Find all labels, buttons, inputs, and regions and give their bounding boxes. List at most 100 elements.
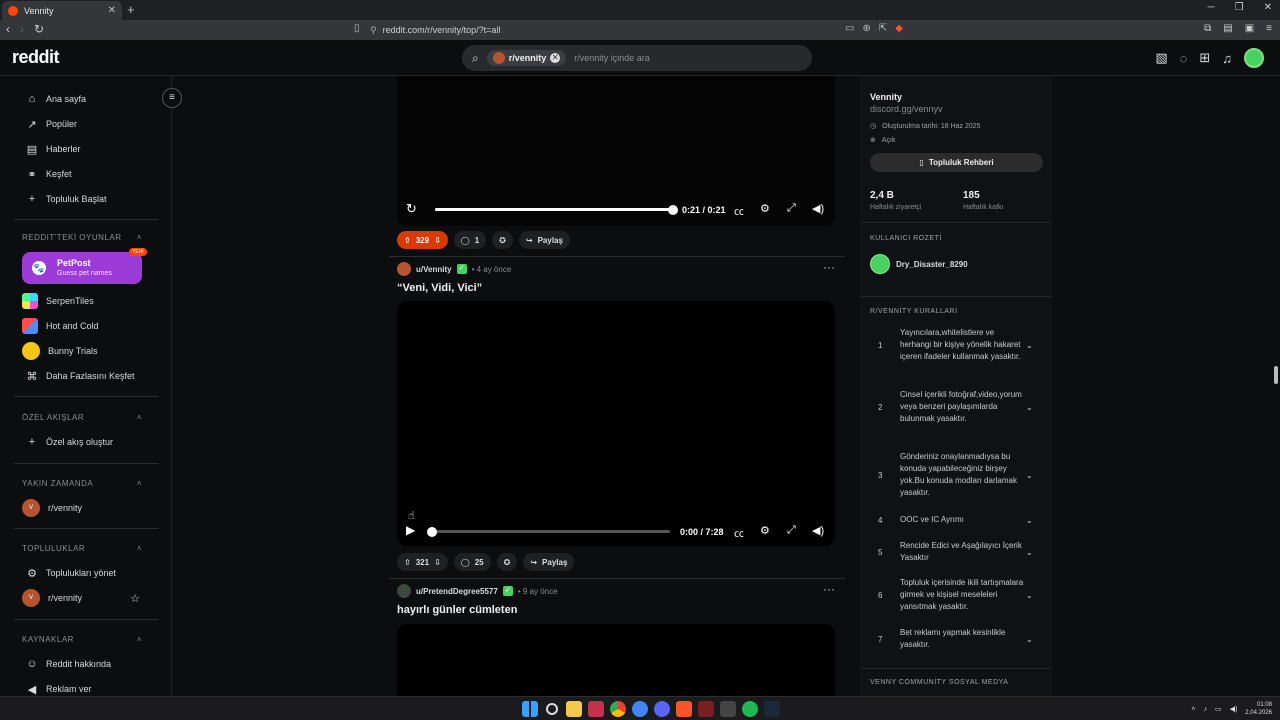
award-button[interactable]: ✪ bbox=[496, 553, 518, 571]
forward-icon[interactable]: › bbox=[20, 22, 24, 36]
file-explorer-icon[interactable] bbox=[566, 701, 582, 717]
reddit-logo[interactable]: reddit bbox=[12, 47, 60, 68]
community-guide-button[interactable]: ▯ Topluluk Rehberi bbox=[870, 153, 1043, 172]
video-scrub-handle[interactable] bbox=[668, 205, 678, 215]
rule-item[interactable]: 1 Yayıncılara,whitelistlere ve herhangi … bbox=[878, 327, 1038, 363]
video-progress-2[interactable] bbox=[432, 530, 670, 533]
sidebar-item-recent-vennity[interactable]: V r/vennity bbox=[22, 499, 82, 517]
play-icon[interactable]: ▶ bbox=[406, 523, 415, 537]
award-button[interactable]: ✪ bbox=[492, 231, 513, 249]
screen-icon[interactable]: ▭ bbox=[845, 23, 854, 34]
sidebar-toggle-icon[interactable]: ▤ bbox=[1223, 23, 1232, 34]
app-icon[interactable] bbox=[720, 701, 736, 717]
restore-icon[interactable]: ❐ bbox=[1235, 2, 1244, 13]
post-author[interactable]: u/Vennity bbox=[416, 265, 452, 274]
site-info-icon[interactable]: ⚲ bbox=[370, 25, 377, 36]
back-icon[interactable]: ‹ bbox=[6, 22, 10, 36]
clear-scope-icon[interactable]: ✕ bbox=[550, 53, 561, 63]
extensions-icon[interactable]: ⧉ bbox=[1204, 23, 1211, 34]
url-field[interactable]: ⚲ reddit.com/r/vennity/top/?t=all bbox=[370, 22, 910, 38]
user-avatar[interactable] bbox=[1244, 48, 1264, 68]
browser-tab[interactable]: Vennity ✕ bbox=[2, 1, 122, 20]
create-post-icon[interactable]: ⊞ bbox=[1199, 50, 1210, 66]
minimize-icon[interactable]: ─ bbox=[1208, 2, 1215, 13]
sidebar-item-popular[interactable]: ↗ Popüler bbox=[26, 116, 77, 132]
advertise-icon[interactable]: ▧ bbox=[1155, 50, 1167, 66]
upvote-icon[interactable]: ⇧ bbox=[404, 558, 411, 567]
fullscreen-icon[interactable]: ⤢ bbox=[787, 524, 796, 537]
windows-start-icon[interactable] bbox=[522, 701, 538, 717]
search-scope-chip[interactable]: r/vennity ✕ bbox=[486, 50, 567, 66]
chrome-icon[interactable] bbox=[610, 701, 626, 717]
video-scrub-handle[interactable] bbox=[427, 527, 437, 537]
volume-icon[interactable]: ◀) bbox=[812, 202, 824, 215]
sidebar-item-hot-and-cold[interactable]: Hot and Cold bbox=[22, 318, 99, 334]
clock[interactable]: 01:08 2.04.2026 bbox=[1245, 701, 1272, 717]
close-tab-icon[interactable]: ✕ bbox=[108, 5, 116, 16]
menu-icon[interactable]: ≡ bbox=[1266, 23, 1272, 34]
new-tab-icon[interactable]: + bbox=[127, 2, 135, 17]
resources-section-header[interactable]: KAYNAKLAR ˄ bbox=[22, 635, 142, 644]
share-button[interactable]: ↪ Paylaş bbox=[523, 553, 575, 571]
downvote-icon[interactable]: ⇩ bbox=[434, 558, 441, 567]
page-scrollbar[interactable] bbox=[1272, 76, 1280, 696]
rule-item[interactable]: 6 Topluluk içerisinde ikili tartışmalara… bbox=[878, 577, 1038, 613]
post-author[interactable]: u/PretendDegree5577 bbox=[416, 587, 498, 596]
rule-item[interactable]: 5 Rencide Edici ve Aşağılayıcı İçerik Ya… bbox=[878, 540, 1038, 564]
app-icon[interactable] bbox=[698, 701, 714, 717]
rule-item[interactable]: 4 OOC ve IC Ayrımı ⌄ bbox=[878, 514, 1038, 526]
sidebar-item-news[interactable]: ▤ Haberler bbox=[26, 141, 81, 157]
sidebar-item-about-reddit[interactable]: ☺ Reddit hakkında bbox=[26, 656, 111, 672]
sidebar-item-more-games[interactable]: ⌘ Daha Fazlasını Keşfet bbox=[26, 368, 135, 384]
replay-icon[interactable]: ↻ bbox=[406, 201, 417, 217]
rule-item[interactable]: 3 Gönderiniz onaylanmadıysa bu konuda ya… bbox=[878, 451, 1038, 499]
star-icon[interactable]: ☆ bbox=[130, 592, 140, 605]
rule-item[interactable]: 7 Bet reklamı yapmak kesinlikle yasaktır… bbox=[878, 627, 1038, 651]
settings-icon[interactable]: ⚙ bbox=[760, 524, 770, 537]
sidebar-item-home[interactable]: ⌂ Ana sayfa bbox=[26, 91, 86, 107]
comments-button[interactable]: ◯ 1 bbox=[453, 231, 487, 249]
more-options-icon[interactable]: ··· bbox=[823, 582, 835, 596]
sidebar-item-advertise[interactable]: ◀ Reklam ver bbox=[26, 681, 92, 697]
video-player-2[interactable] bbox=[397, 301, 835, 546]
zoom-icon[interactable]: ⊕ bbox=[862, 23, 870, 34]
downvote-icon[interactable]: ⇩ bbox=[434, 236, 441, 245]
adobe-icon[interactable] bbox=[588, 701, 604, 717]
app-icon[interactable] bbox=[632, 701, 648, 717]
speaker-icon[interactable]: ◀) bbox=[1230, 705, 1238, 713]
discord-icon[interactable] bbox=[654, 701, 670, 717]
user-avatar[interactable] bbox=[397, 262, 411, 276]
brave-icon[interactable] bbox=[676, 701, 692, 717]
user-avatar[interactable] bbox=[397, 584, 411, 598]
user-flair[interactable]: Dry_Disaster_8290 bbox=[870, 254, 968, 274]
reload-icon[interactable]: ↻ bbox=[34, 22, 44, 36]
steam-icon[interactable] bbox=[764, 701, 780, 717]
bookmark-icon[interactable]: ▯ bbox=[354, 23, 360, 34]
close-window-icon[interactable]: ✕ bbox=[1264, 2, 1272, 13]
video-progress-1[interactable] bbox=[435, 208, 673, 211]
sidebar-item-bunny-trials[interactable]: Bunny Trials bbox=[22, 342, 98, 360]
chat-icon[interactable]: ◌ bbox=[1180, 51, 1188, 66]
video-player-3[interactable] bbox=[397, 624, 835, 704]
mic-icon[interactable]: ♪ bbox=[1203, 706, 1207, 713]
recent-section-header[interactable]: YAKIN ZAMANDA ˄ bbox=[22, 479, 142, 488]
sidebar-item-start-community[interactable]: + Topluluk Başlat bbox=[26, 191, 107, 207]
post-title[interactable]: “Veni, Vidi, Vici” bbox=[397, 282, 482, 294]
share-button[interactable]: ↪ Paylaş bbox=[518, 231, 570, 249]
spotify-icon[interactable] bbox=[742, 701, 758, 717]
upvote-icon[interactable]: ⇧ bbox=[404, 236, 411, 245]
sidebar-item-serpentiles[interactable]: SerpenTiles bbox=[22, 293, 94, 309]
scrollbar-thumb[interactable] bbox=[1274, 366, 1278, 384]
sidebar-item-manage-communities[interactable]: ⚙ Toplulukları yönet bbox=[26, 565, 116, 581]
network-icon[interactable]: ▭ bbox=[1215, 705, 1222, 713]
share-page-icon[interactable]: ⇱ bbox=[879, 23, 887, 34]
petpost-game[interactable]: 🐾 PetPost Guess pet names bbox=[22, 252, 142, 284]
settings-icon[interactable]: ⚙ bbox=[760, 202, 770, 215]
comments-button[interactable]: ◯ 25 bbox=[453, 553, 491, 571]
captions-icon[interactable]: ㏄ bbox=[734, 525, 744, 540]
search-input[interactable]: r/vennity içinde ara bbox=[574, 53, 650, 63]
brave-shield-icon[interactable]: ◆ bbox=[895, 23, 903, 34]
sidebar-item-explore[interactable]: ⚭ Keşfet bbox=[26, 166, 71, 182]
captions-icon[interactable]: ㏄ bbox=[734, 203, 744, 218]
rule-item[interactable]: 2 Cinsel içerikli fotoğraf,video,yorum v… bbox=[878, 389, 1038, 425]
